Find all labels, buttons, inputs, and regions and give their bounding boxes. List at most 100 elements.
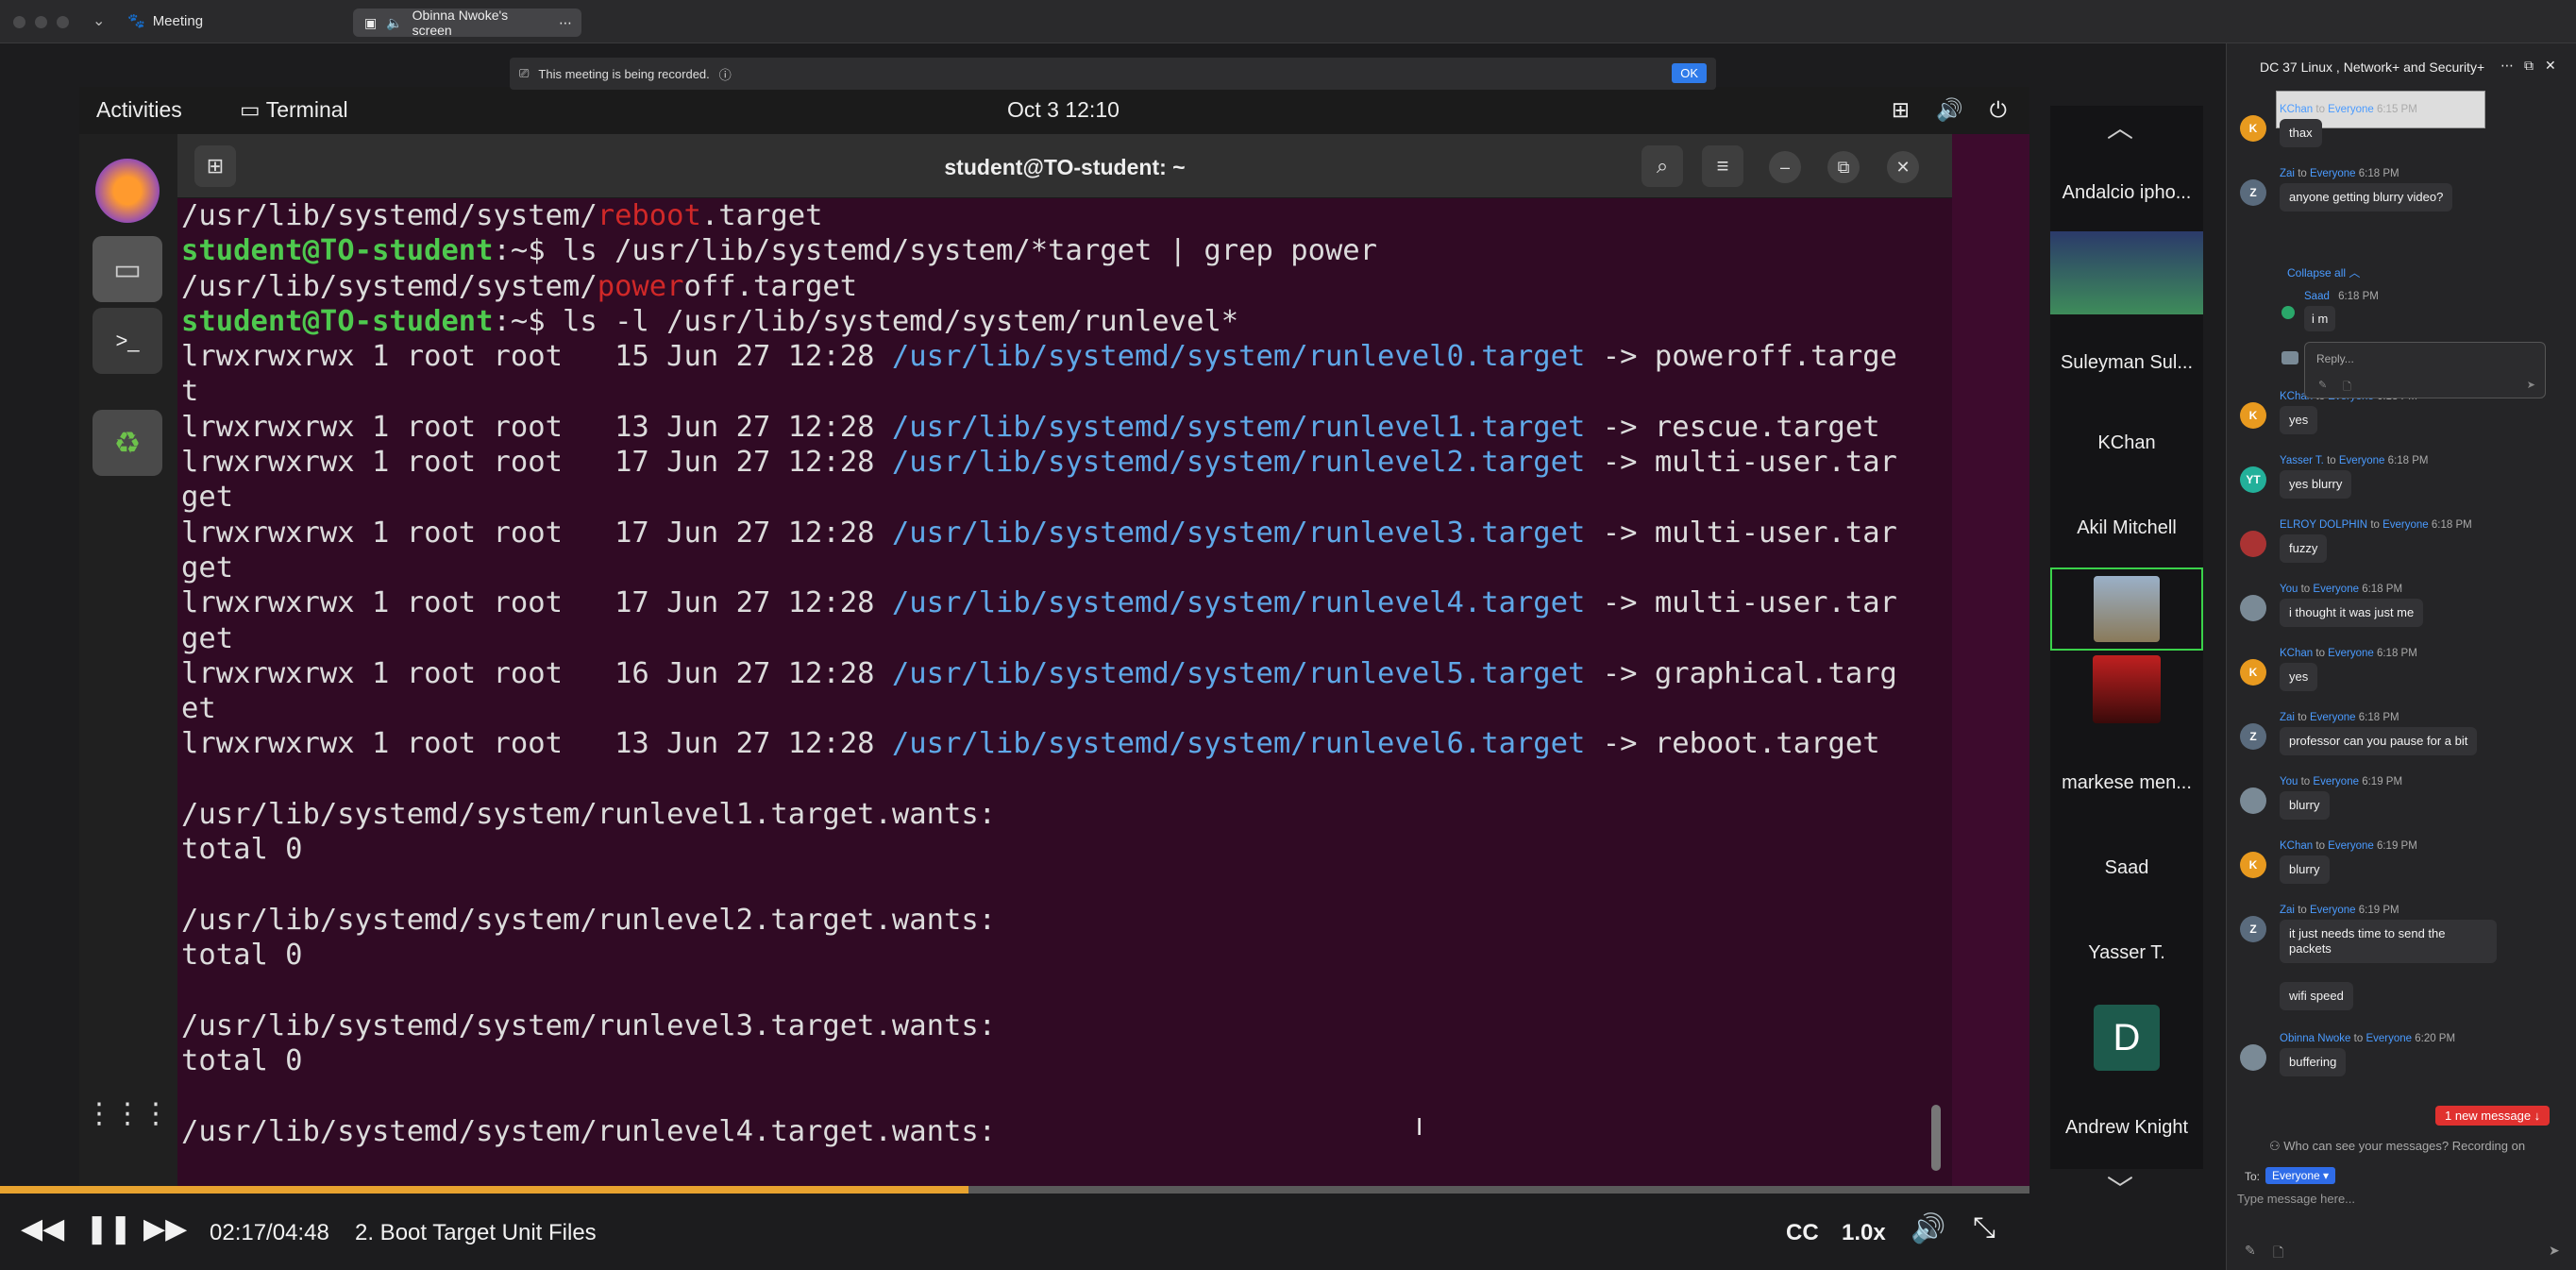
sender-name[interactable]: Yasser T.: [2280, 455, 2324, 466]
participant-avatar[interactable]: [2050, 231, 2203, 314]
more-options-icon[interactable]: ⋯: [2500, 58, 2514, 74]
close-icon[interactable]: ✕: [2545, 58, 2556, 74]
avatar[interactable]: [2240, 595, 2266, 621]
recipient-name[interactable]: Everyone: [2366, 1033, 2412, 1044]
participant-tile[interactable]: D: [2050, 996, 2203, 1079]
close-icon[interactable]: ✕: [1887, 151, 1919, 183]
avatar[interactable]: K: [2240, 659, 2266, 686]
message-text[interactable]: buffering: [2280, 1048, 2347, 1076]
sender-name[interactable]: Zai: [2280, 168, 2295, 179]
terminal-app-menu[interactable]: ▭ Terminal: [240, 97, 348, 123]
avatar[interactable]: Z: [2240, 916, 2266, 942]
chevron-down-icon[interactable]: ﹀: [2107, 1169, 2133, 1207]
minimize-icon[interactable]: –: [1769, 151, 1801, 183]
files-icon[interactable]: ▭: [93, 236, 162, 302]
info-icon[interactable]: ⓘ: [719, 65, 732, 83]
sender-name[interactable]: You: [2280, 776, 2298, 787]
sender-name[interactable]: You: [2280, 584, 2298, 595]
format-icon[interactable]: ✎: [2318, 379, 2327, 391]
active-speaker-video[interactable]: [2050, 567, 2203, 651]
participant-tile[interactable]: Andrew Knight: [2050, 1086, 2203, 1169]
terminal-dock-icon[interactable]: >_: [93, 308, 162, 374]
participant-tile[interactable]: Yasser T.: [2050, 911, 2203, 994]
recipient-name[interactable]: Everyone: [2382, 519, 2429, 531]
chevron-down-icon[interactable]: ⌄: [93, 11, 105, 30]
chat-input[interactable]: Type message here...: [2237, 1192, 2569, 1206]
collapse-all-link[interactable]: Collapse all ︿: [2287, 264, 2360, 280]
avatar[interactable]: [2281, 306, 2295, 319]
avatar[interactable]: Z: [2240, 723, 2266, 750]
recipient-select[interactable]: Everyone ▾: [2265, 1167, 2336, 1184]
video-progress-bar[interactable]: [0, 1186, 2029, 1194]
terminal-scrollbar[interactable]: [1931, 1105, 1941, 1171]
avatar[interactable]: [2240, 787, 2266, 814]
privacy-note[interactable]: ⚇ Who can see your messages? Recording o…: [2269, 1139, 2525, 1154]
maximize-icon[interactable]: ⧉: [1827, 151, 1860, 183]
participant-tile[interactable]: Andalcio ipho...: [2050, 151, 2203, 234]
format-icon[interactable]: ✎: [2245, 1243, 2256, 1259]
message-text[interactable]: yes blurry: [2280, 470, 2352, 499]
hamburger-menu-icon[interactable]: ≡: [1702, 145, 1743, 187]
terminal-output[interactable]: /usr/lib/systemd/system/reboot.target stu…: [177, 198, 1952, 1186]
avatar[interactable]: K: [2240, 115, 2266, 142]
sender-name[interactable]: KChan: [2280, 648, 2313, 659]
show-apps-icon[interactable]: ⋮⋮⋮: [85, 1080, 170, 1146]
sender-name[interactable]: Zai: [2280, 712, 2295, 723]
new-message-indicator[interactable]: 1 new message ↓: [2435, 1106, 2551, 1126]
avatar[interactable]: [2240, 1044, 2266, 1071]
captions-button[interactable]: CC: [1786, 1220, 1819, 1246]
avatar[interactable]: [2240, 531, 2266, 557]
avatar[interactable]: YT: [2240, 466, 2266, 493]
sender-name[interactable]: ELROY DOLPHIN: [2280, 519, 2367, 531]
playback-speed-button[interactable]: 1.0x: [1842, 1220, 1886, 1246]
activities-button[interactable]: Activities: [96, 97, 182, 123]
message-text[interactable]: wifi speed: [2280, 982, 2353, 1010]
sender-name[interactable]: Obinna Nwoke: [2280, 1033, 2350, 1044]
message-text[interactable]: fuzzy: [2280, 534, 2328, 563]
shared-screen-tab[interactable]: ▣ 🔈 Obinna Nwoke's screen ⋯: [353, 8, 581, 38]
message-text[interactable]: i thought it was just me: [2280, 599, 2424, 627]
recipient-name[interactable]: Everyone: [2310, 168, 2356, 179]
message-text[interactable]: yes: [2280, 663, 2318, 691]
clock[interactable]: Oct 3 12:10: [1007, 97, 1120, 123]
trash-icon[interactable]: ♻: [93, 410, 162, 476]
reply-input[interactable]: Reply...: [2316, 352, 2354, 365]
sender-name[interactable]: KChan: [2280, 104, 2313, 115]
participant-tile[interactable]: Akil Mitchell: [2050, 486, 2203, 569]
sender-name[interactable]: Saad: [2304, 291, 2330, 302]
recipient-name[interactable]: Everyone: [2310, 905, 2356, 916]
reply-box[interactable]: Reply... ✎ 🗋 ➤: [2304, 342, 2546, 398]
participant-tile[interactable]: Suleyman Sul...: [2050, 321, 2203, 404]
send-icon[interactable]: ➤: [2527, 379, 2535, 391]
recipient-name[interactable]: Everyone: [2328, 840, 2374, 852]
send-icon[interactable]: ➤: [2549, 1243, 2560, 1259]
more-options-icon[interactable]: ⋯: [559, 15, 572, 31]
participant-tile[interactable]: Saad: [2050, 826, 2203, 909]
popout-icon[interactable]: ⧉: [2524, 58, 2534, 74]
search-icon[interactable]: ⌕: [1642, 145, 1683, 187]
avatar[interactable]: Z: [2240, 179, 2266, 206]
fullscreen-icon[interactable]: ⤡: [1973, 1212, 1995, 1245]
zoom-window-button[interactable]: [57, 16, 69, 28]
chevron-up-icon[interactable]: ︿: [2107, 108, 2133, 145]
file-icon[interactable]: 🗋: [2273, 1243, 2283, 1265]
message-text[interactable]: it just needs time to send the packets: [2280, 920, 2497, 963]
recipient-name[interactable]: Everyone: [2328, 104, 2374, 115]
message-text[interactable]: professor can you pause for a bit: [2280, 727, 2478, 755]
message-text[interactable]: anyone getting blurry video?: [2280, 183, 2453, 212]
participant-tile[interactable]: KChan: [2050, 401, 2203, 484]
sender-name[interactable]: Zai: [2280, 905, 2295, 916]
minimize-window-button[interactable]: [35, 16, 47, 28]
recipient-name[interactable]: Everyone: [2313, 776, 2359, 787]
volume-icon[interactable]: 🔊: [1911, 1212, 1945, 1245]
message-text[interactable]: thax: [2280, 119, 2322, 147]
firefox-icon[interactable]: [95, 159, 160, 223]
forward-icon[interactable]: ▶▶: [143, 1212, 187, 1245]
message-text[interactable]: blurry: [2280, 855, 2330, 884]
recipient-name[interactable]: Everyone: [2328, 648, 2374, 659]
participant-video[interactable]: [2050, 648, 2203, 731]
system-tray[interactable]: ⊞ 🔊 ⏻: [1892, 97, 2007, 123]
recording-ok-button[interactable]: OK: [1672, 63, 1707, 83]
recipient-name[interactable]: Everyone: [2339, 455, 2385, 466]
meeting-menu[interactable]: 🐾 Meeting: [127, 12, 203, 30]
